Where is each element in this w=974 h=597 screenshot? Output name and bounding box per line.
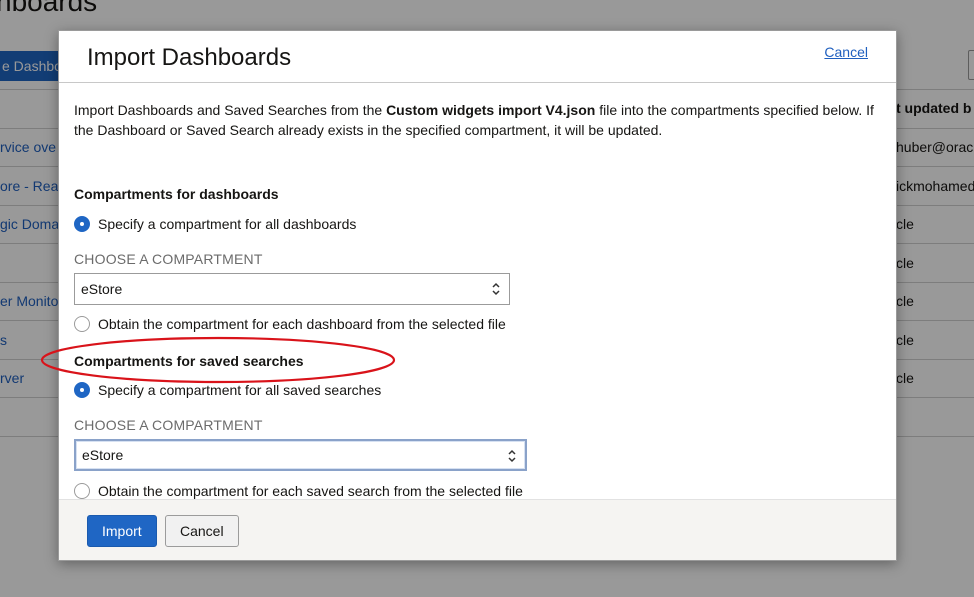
choose-compartment-label: CHOOSE A COMPARTMENT: [74, 251, 263, 267]
intro-text: Import Dashboards and Saved Searches fro…: [74, 100, 884, 140]
searches-section-heading: Compartments for saved searches: [74, 353, 304, 369]
radio-checked-icon[interactable]: [74, 216, 90, 232]
radio-unchecked-icon[interactable]: [74, 316, 90, 332]
cancel-button[interactable]: Cancel: [165, 515, 239, 547]
select-value: eStore: [82, 447, 124, 463]
radio-unchecked-icon[interactable]: [74, 483, 90, 499]
dialog-body: Import Dashboards and Saved Searches fro…: [74, 100, 884, 499]
dashboards-compartment-select[interactable]: eStore: [74, 273, 510, 305]
dialog-footer: Import Cancel: [59, 499, 896, 560]
dialog-title: Import Dashboards: [87, 44, 292, 71]
radio-dashboards-from-file[interactable]: Obtain the compartment for each dashboar…: [74, 316, 506, 332]
radio-label: Specify a compartment for all dashboards: [98, 216, 357, 232]
radio-label: Obtain the compartment for each dashboar…: [98, 316, 506, 332]
import-dashboards-dialog: Import Dashboards Cancel Import Dashboar…: [58, 30, 897, 561]
header-cancel-link[interactable]: Cancel: [824, 44, 868, 60]
import-button[interactable]: Import: [87, 515, 157, 547]
chevron-up-down-icon: [492, 282, 500, 296]
radio-checked-icon[interactable]: [74, 382, 90, 398]
select-value: eStore: [81, 281, 123, 297]
radio-searches-all[interactable]: Specify a compartment for all saved sear…: [74, 382, 381, 398]
searches-compartment-select[interactable]: eStore: [74, 439, 527, 471]
radio-searches-from-file[interactable]: Obtain the compartment for each saved se…: [74, 483, 523, 499]
dialog-header: Import Dashboards Cancel: [59, 31, 896, 83]
radio-label: Obtain the compartment for each saved se…: [98, 483, 523, 499]
intro-text-part: Import Dashboards and Saved Searches fro…: [74, 102, 387, 118]
choose-compartment-label: CHOOSE A COMPARTMENT: [74, 417, 263, 433]
radio-label: Specify a compartment for all saved sear…: [98, 382, 382, 398]
file-name: Custom widgets import V4.json: [386, 102, 596, 118]
radio-dashboards-all[interactable]: Specify a compartment for all dashboards: [74, 216, 356, 232]
dashboards-section-heading: Compartments for dashboards: [74, 186, 279, 202]
chevron-up-down-icon: [508, 449, 516, 463]
